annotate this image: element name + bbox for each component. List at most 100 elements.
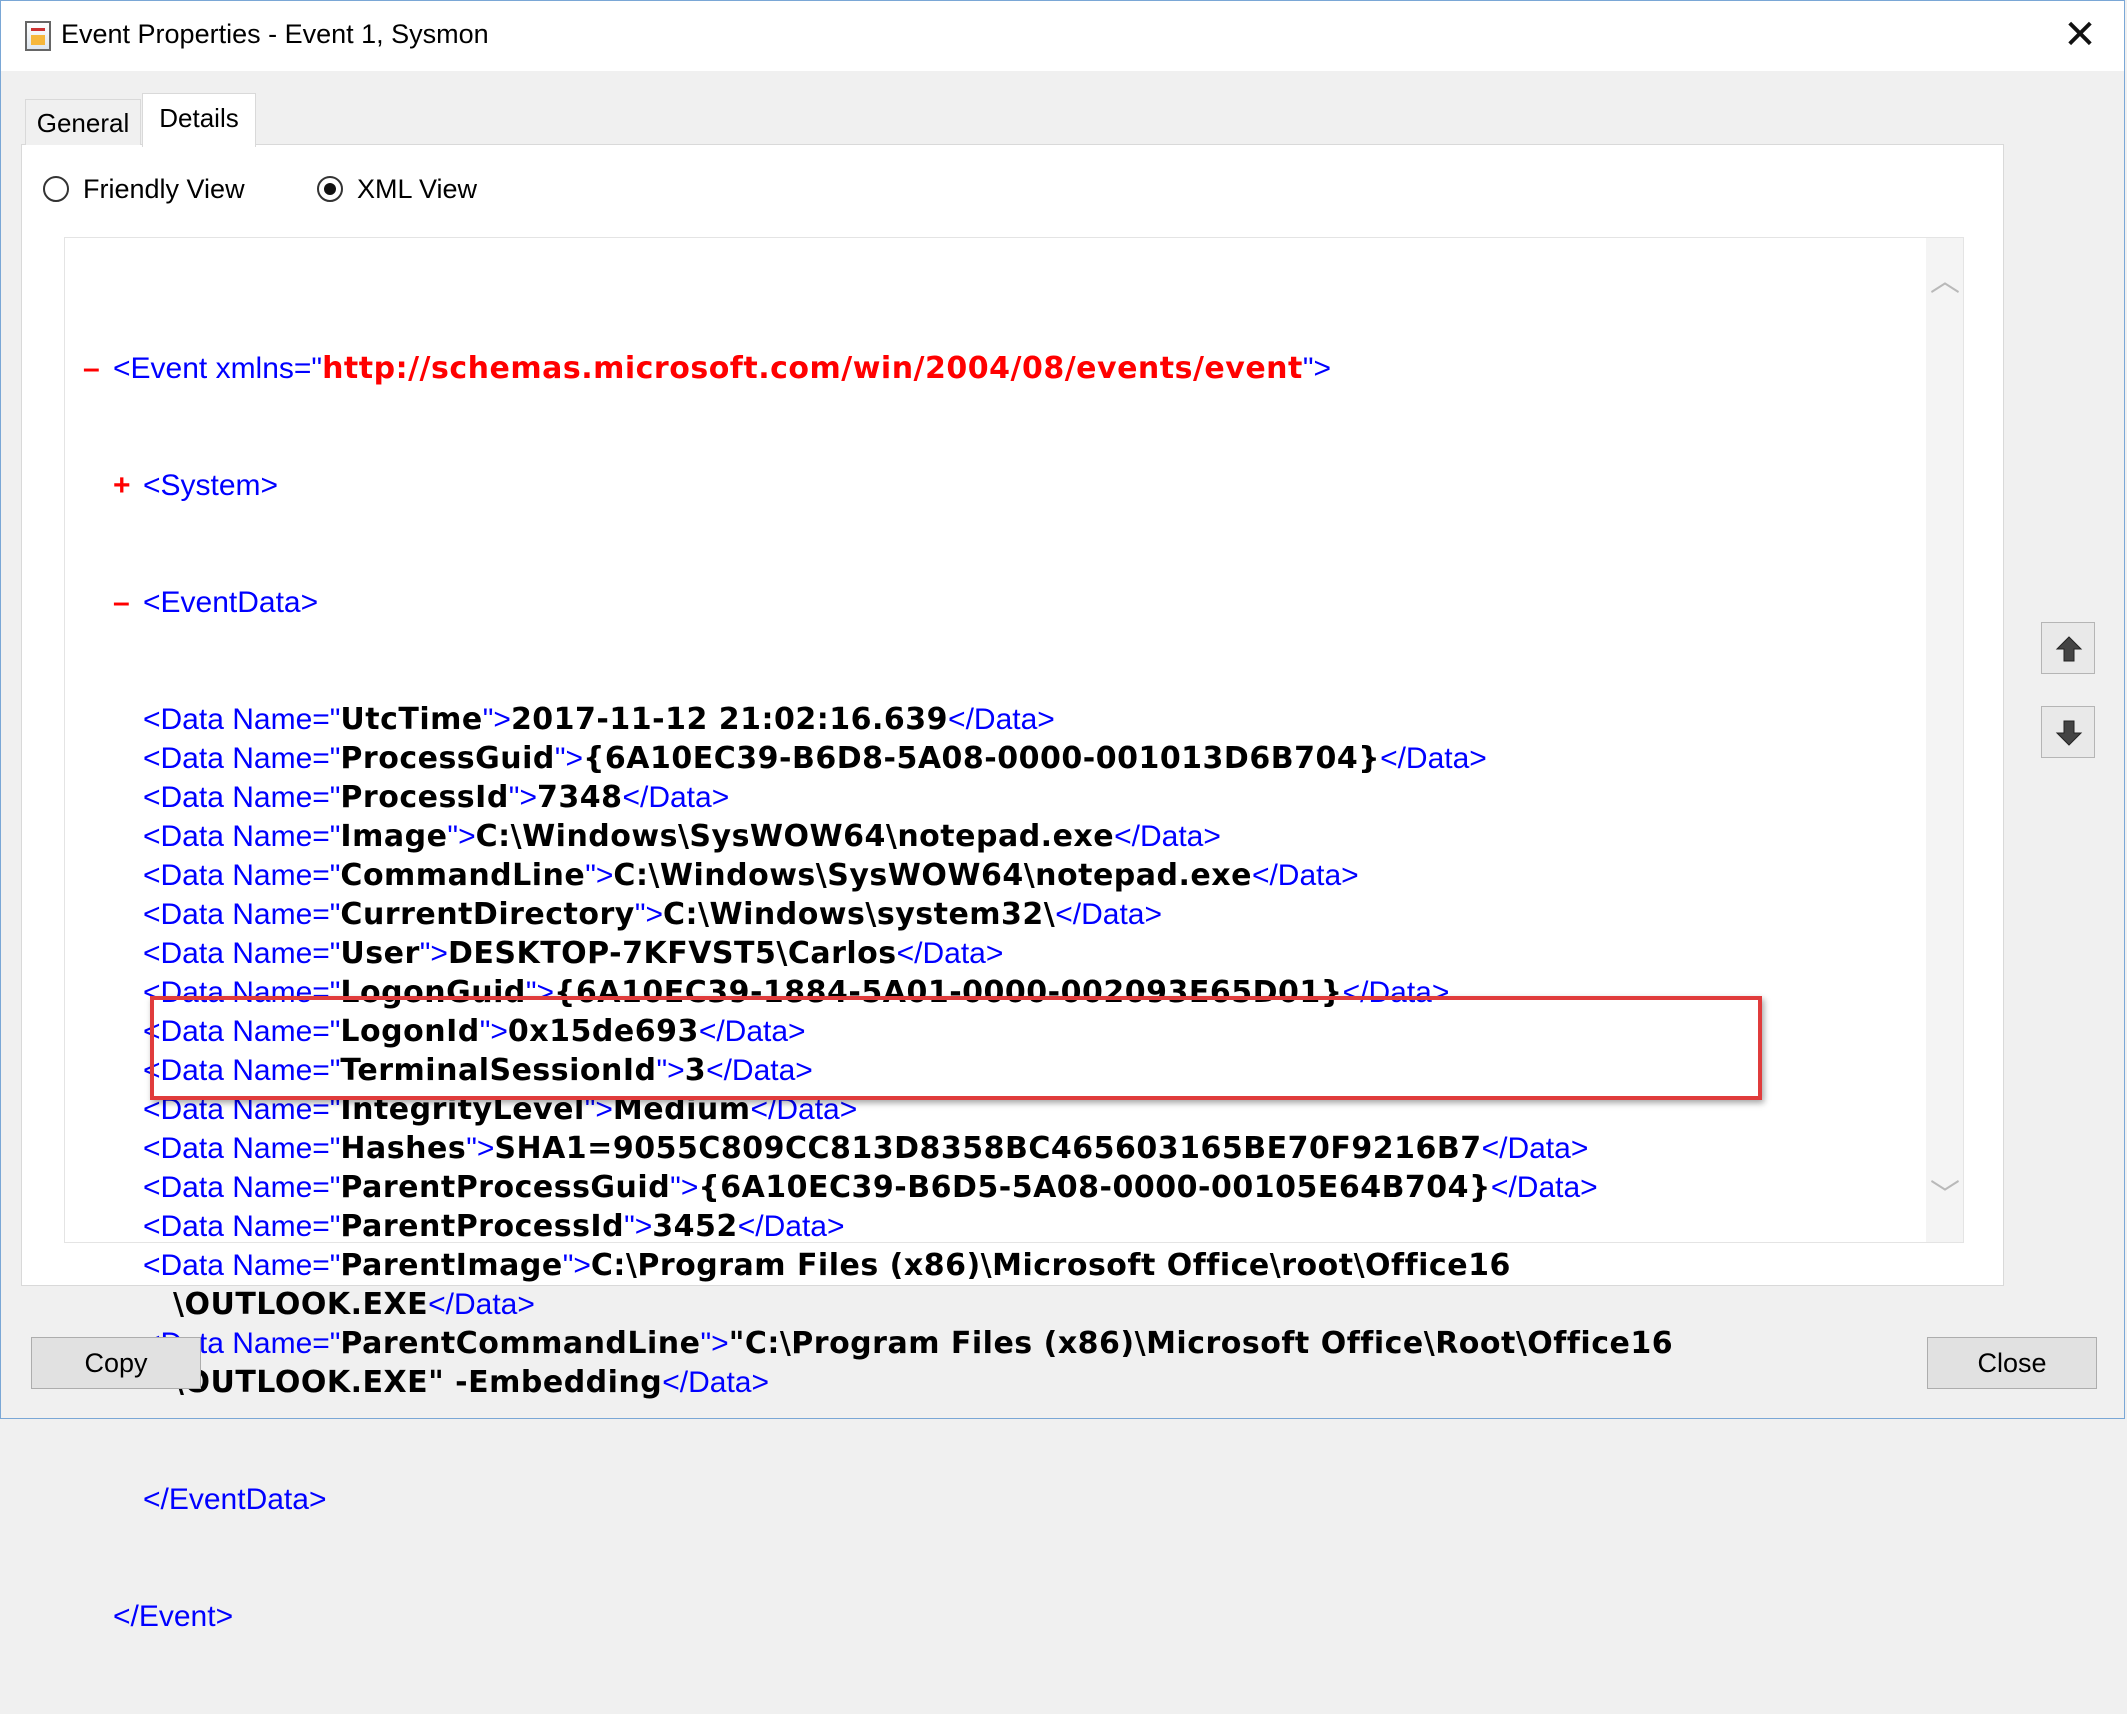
data-line: <Data Name="ParentCommandLine">"C:\Progr… bbox=[83, 1324, 1903, 1363]
data-tag-close: </Data> bbox=[1342, 976, 1450, 1009]
tab-general[interactable]: General bbox=[25, 99, 141, 145]
data-value: C:\Windows\SysWOW64\notepad.exe bbox=[613, 858, 1252, 893]
tab-details[interactable]: Details bbox=[142, 93, 256, 147]
data-value: 3452 bbox=[652, 1209, 738, 1244]
data-value: 0x15de693 bbox=[507, 1014, 699, 1049]
eventdata-tag-open: <EventData> bbox=[143, 586, 319, 619]
data-value: 2017-11-12 21:02:16.639 bbox=[510, 702, 949, 737]
data-line: <Data Name="IntegrityLevel">Medium</Data… bbox=[83, 1090, 1903, 1129]
data-tag-open-end: "> bbox=[447, 820, 476, 853]
data-value: {6A10EC39-B6D5-5A08-0000-00105E64B704} bbox=[698, 1170, 1491, 1205]
event-tag-open-end: "> bbox=[1302, 352, 1332, 385]
friendly-view-label: Friendly View bbox=[83, 173, 245, 204]
data-tag-open-end: "> bbox=[482, 703, 511, 736]
data-name-attr: TerminalSessionId bbox=[340, 1053, 657, 1088]
close-window-button[interactable]: ✕ bbox=[2058, 13, 2102, 57]
data-tag-close: </Data> bbox=[737, 1210, 845, 1243]
radio-unselected-icon bbox=[43, 176, 69, 202]
data-name-attr: CurrentDirectory bbox=[340, 897, 635, 932]
data-value-continued: \OUTLOOK.EXE bbox=[173, 1287, 429, 1322]
data-value: C:\Windows\SysWOW64\notepad.exe bbox=[475, 819, 1115, 854]
data-name-attr: Image bbox=[340, 819, 448, 854]
data-tag-close: </Data> bbox=[750, 1093, 858, 1126]
data-line: <Data Name="CurrentDirectory">C:\Windows… bbox=[83, 895, 1903, 934]
previous-event-button[interactable] bbox=[2041, 622, 2095, 674]
scroll-up-chevron-icon[interactable]: ︿ bbox=[1930, 267, 1960, 297]
data-tag-close: </Data> bbox=[1251, 859, 1359, 892]
eventdata-open-line: – <EventData> bbox=[83, 583, 1903, 622]
arrow-down-icon bbox=[2055, 720, 2083, 746]
copy-button[interactable]: Copy bbox=[31, 1337, 201, 1389]
friendly-view-radio[interactable]: Friendly View bbox=[43, 173, 245, 205]
data-tag-close: </Data> bbox=[662, 1366, 770, 1399]
data-value: 3 bbox=[684, 1053, 707, 1088]
data-tag-open: <Data Name=" bbox=[143, 1054, 341, 1087]
collapse-toggle[interactable]: – bbox=[113, 583, 143, 622]
data-tag-open-end: "> bbox=[419, 937, 448, 970]
data-tag-open-end: "> bbox=[656, 1054, 685, 1087]
data-tag-open: <Data Name=" bbox=[143, 742, 341, 775]
data-tag-close: </Data> bbox=[896, 937, 1004, 970]
data-tag-close: </Data> bbox=[622, 781, 730, 814]
radio-selected-icon bbox=[317, 176, 343, 202]
data-tag-open-end: "> bbox=[466, 1132, 495, 1165]
data-name-attr: ParentProcessId bbox=[340, 1209, 625, 1244]
collapse-toggle[interactable]: – bbox=[83, 349, 113, 388]
data-tag-open: <Data Name=" bbox=[143, 976, 341, 1009]
data-line: <Data Name="UtcTime">2017-11-12 21:02:16… bbox=[83, 700, 1903, 739]
xml-scrollbar[interactable]: ︿ ﹀ bbox=[1926, 238, 1963, 1242]
data-tag-close: </Data> bbox=[1114, 820, 1221, 853]
data-line-continuation: \OUTLOOK.EXE</Data> bbox=[83, 1285, 1903, 1324]
event-close-line: </Event> bbox=[83, 1597, 1903, 1636]
data-tag-open-end: "> bbox=[634, 898, 664, 931]
data-tag-open-end: "> bbox=[670, 1171, 699, 1204]
expand-toggle[interactable]: + bbox=[113, 466, 143, 505]
data-tag-open: <Data Name=" bbox=[143, 1171, 341, 1204]
data-tag-close: </Data> bbox=[1380, 742, 1487, 775]
data-line: <Data Name="TerminalSessionId">3</Data> bbox=[83, 1051, 1903, 1090]
data-tag-close: </Data> bbox=[428, 1288, 535, 1321]
data-value: {6A10EC39-B6D8-5A08-0000-001013D6B704} bbox=[583, 741, 1381, 776]
data-tag-open-end: "> bbox=[562, 1249, 591, 1282]
eventdata-close-line: </EventData> bbox=[83, 1480, 1903, 1519]
data-name-attr: User bbox=[340, 936, 420, 971]
event-viewer-icon bbox=[25, 21, 51, 51]
data-tag-open: <Data Name=" bbox=[143, 937, 341, 970]
data-tag-close: </Data> bbox=[1481, 1132, 1589, 1165]
data-value: Medium bbox=[612, 1092, 751, 1127]
data-lines: <Data Name="UtcTime">2017-11-12 21:02:16… bbox=[83, 700, 1903, 1402]
data-value: C:\Windows\system32\ bbox=[663, 897, 1056, 932]
data-tag-open: <Data Name=" bbox=[143, 781, 341, 814]
data-tag-open-end: "> bbox=[584, 1093, 613, 1126]
data-name-attr: ParentCommandLine bbox=[340, 1326, 701, 1361]
data-tag-close: </Data> bbox=[1490, 1171, 1598, 1204]
data-line: <Data Name="ParentImage">C:\Program File… bbox=[83, 1246, 1903, 1285]
event-tag-close: </Event> bbox=[113, 1600, 234, 1633]
data-tag-open: <Data Name=" bbox=[143, 1132, 341, 1165]
next-event-button[interactable] bbox=[2041, 706, 2095, 758]
close-button[interactable]: Close bbox=[1927, 1337, 2097, 1389]
data-tag-open: <Data Name=" bbox=[143, 859, 341, 892]
event-tag-open: <Event xmlns=" bbox=[113, 352, 323, 385]
data-line: <Data Name="ProcessGuid">{6A10EC39-B6D8-… bbox=[83, 739, 1903, 778]
title-bar: Event Properties - Event 1, Sysmon ✕ bbox=[1, 1, 2124, 71]
data-tag-close: </Data> bbox=[1055, 898, 1163, 931]
data-tag-open: <Data Name=" bbox=[143, 898, 341, 931]
data-line: <Data Name="ParentProcessId">3452</Data> bbox=[83, 1207, 1903, 1246]
data-tag-open-end: "> bbox=[525, 976, 555, 1009]
data-name-attr: IntegrityLevel bbox=[340, 1092, 585, 1127]
data-line: <Data Name="ParentProcessGuid">{6A10EC39… bbox=[83, 1168, 1903, 1207]
event-open-line: – <Event xmlns="http://schemas.microsoft.… bbox=[83, 349, 1903, 388]
scroll-down-chevron-icon[interactable]: ﹀ bbox=[1930, 1181, 1960, 1211]
xml-view: – <Event xmlns="http://schemas.microsoft.… bbox=[83, 271, 1903, 1714]
data-tag-open: <Data Name=" bbox=[143, 820, 341, 853]
data-line: <Data Name="LogonGuid">{6A10EC39-1884-5A… bbox=[83, 973, 1903, 1012]
data-value: 7348 bbox=[536, 780, 623, 815]
data-tag-open: <Data Name=" bbox=[143, 1015, 341, 1048]
data-name-attr: UtcTime bbox=[340, 702, 483, 737]
data-name-attr: ProcessId bbox=[340, 780, 509, 815]
xml-view-radio[interactable]: XML View bbox=[317, 173, 477, 205]
data-name-attr: Hashes bbox=[340, 1131, 467, 1166]
data-tag-open: <Data Name=" bbox=[143, 703, 341, 736]
system-line: + <System> bbox=[83, 466, 1903, 505]
